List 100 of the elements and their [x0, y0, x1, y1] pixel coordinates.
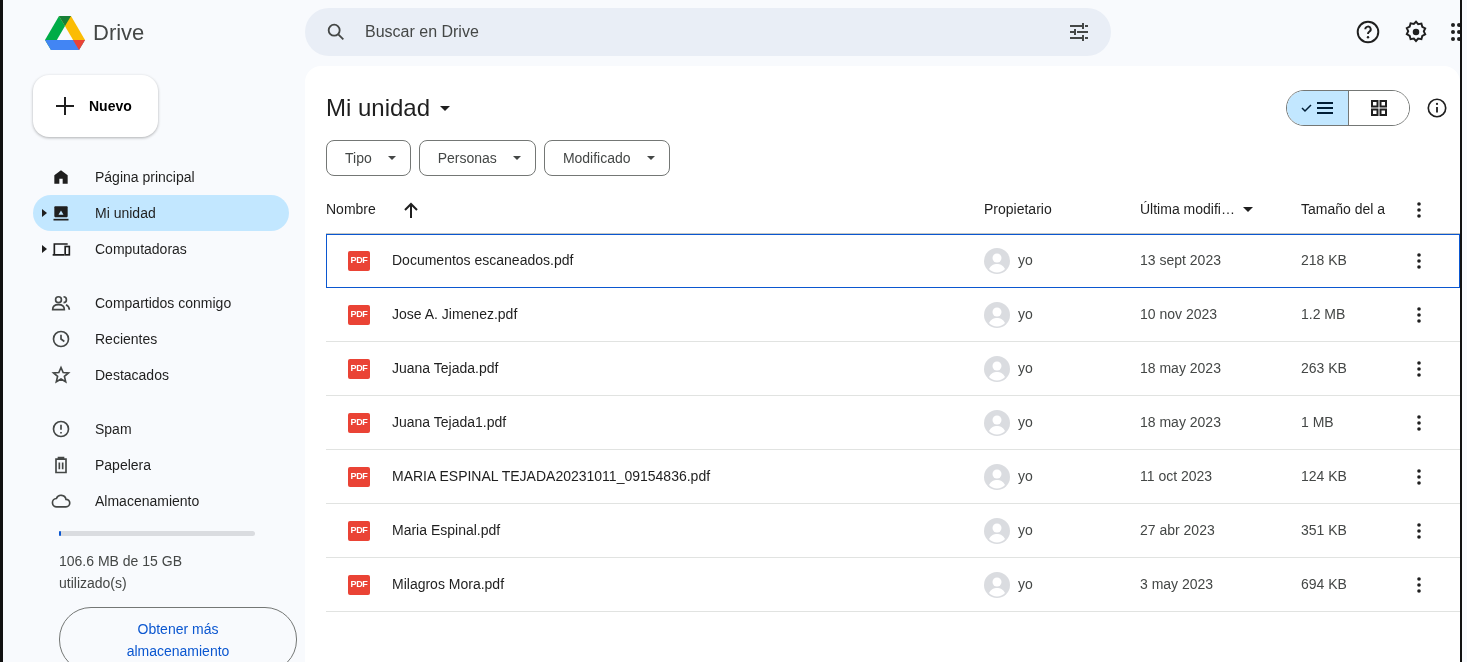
file-name: Maria Espinal.pdf [392, 521, 501, 540]
file-row[interactable]: PDF Milagros Mora.pdf yo 3 may 2023 694 KB [326, 558, 1460, 612]
file-name: Documentos escaneados.pdf [392, 251, 574, 270]
more-options-icon [1417, 201, 1421, 218]
info-icon[interactable] [1426, 97, 1448, 119]
avatar-icon [984, 517, 1010, 544]
file-size: 351 KB [1301, 521, 1348, 540]
new-button[interactable]: Nuevo [33, 75, 158, 137]
filter-sliders-icon [1067, 20, 1091, 44]
modified-date: 27 abr 2023 [1140, 521, 1216, 540]
column-header[interactable]: Última modifi… [1140, 199, 1235, 220]
pdf-file-icon: PDF [348, 250, 370, 271]
avatar-icon [984, 571, 1010, 598]
apps-icon[interactable] [1451, 21, 1460, 43]
column-header[interactable]: Nombre [326, 199, 376, 220]
nav-label: Mi unidad [95, 203, 156, 223]
people-icon [51, 293, 71, 313]
nav-label: Spam [95, 419, 132, 439]
check-list-icon [1300, 101, 1335, 115]
nav-item[interactable]: Papelera [33, 447, 289, 483]
file-size: 124 KB [1301, 467, 1348, 486]
search-icon [325, 21, 347, 43]
cloud-icon [51, 491, 71, 511]
modified-date: 18 may 2023 [1140, 359, 1222, 378]
settings-icon[interactable] [1403, 19, 1429, 45]
owner-name: yo [1018, 575, 1033, 594]
more-options-icon[interactable] [1417, 468, 1421, 485]
search-bar[interactable]: Buscar en Drive [305, 8, 1111, 56]
caret-icon [646, 156, 655, 160]
column-header[interactable]: Propietario [984, 199, 1140, 220]
owner-name: yo [1018, 521, 1033, 540]
owner-name: yo [1018, 467, 1033, 486]
nav-label: Recientes [95, 329, 158, 349]
modified-date: 3 may 2023 [1140, 575, 1215, 594]
owner-name: yo [1018, 413, 1033, 432]
filter-chip[interactable]: Tipo [326, 140, 411, 176]
file-row[interactable]: PDF Juana Tejada1.pdf yo 18 may 2023 1 MB [326, 396, 1460, 450]
search-field[interactable]: Buscar en Drive [363, 19, 1051, 45]
file-name: MARIA ESPINAL TEJADA20231011_09154836.pdf [392, 467, 711, 486]
nav-item[interactable]: Spam [33, 411, 289, 447]
nav-item[interactable]: Mi unidad [33, 195, 289, 231]
nav-item[interactable]: Destacados [33, 357, 289, 393]
nav-label: Almacenamiento [95, 491, 200, 511]
list-view-button[interactable] [1287, 91, 1348, 125]
file-name: Juana Tejada.pdf [392, 359, 499, 378]
file-row[interactable]: PDF Jose A. Jimenez.pdf yo 10 nov 2023 1.2 MB [326, 288, 1460, 342]
file-size: 694 KB [1301, 575, 1348, 594]
modified-date: 18 may 2023 [1140, 413, 1222, 432]
pdf-file-icon: PDF [348, 304, 370, 325]
help-icon[interactable] [1355, 19, 1381, 45]
storage-usage-text: 106.6 MB de 15 GB utilizado(s) [59, 552, 183, 593]
warning-icon [51, 419, 71, 439]
file-row[interactable]: PDF Juana Tejada.pdf yo 18 may 2023 263 KB [326, 342, 1460, 396]
caret-icon [440, 105, 451, 111]
more-options-icon[interactable] [1417, 360, 1421, 377]
sort-arrow-icon [403, 201, 418, 218]
pdf-file-icon: PDF [348, 466, 370, 487]
file-row[interactable]: PDF MARIA ESPINAL TEJADA20231011_09154836.pdf yo 11 oct 2023 124 KB [326, 450, 1460, 504]
caret-icon [512, 156, 521, 160]
more-options-icon[interactable] [1417, 576, 1421, 593]
more-options-icon[interactable] [1417, 306, 1421, 323]
nav-label: Destacados [95, 365, 169, 385]
avatar-icon [984, 355, 1010, 382]
owner-name: yo [1018, 359, 1033, 378]
more-options-icon[interactable] [1417, 522, 1421, 539]
nav-item[interactable]: Compartidos conmigo [33, 285, 289, 321]
owner-name: yo [1018, 251, 1033, 270]
file-size: 218 KB [1301, 251, 1348, 270]
pdf-file-icon: PDF [348, 358, 370, 379]
nav-item[interactable]: Página principal [33, 159, 289, 195]
folder-title-dropdown[interactable]: Mi unidad [326, 90, 451, 126]
more-options-icon[interactable] [1417, 414, 1421, 431]
avatar-icon [984, 301, 1010, 328]
avatar-icon [984, 409, 1010, 436]
app-title: Drive [93, 18, 145, 47]
pdf-file-icon: PDF [348, 574, 370, 595]
grid-icon [1371, 100, 1387, 116]
file-name: Milagros Mora.pdf [392, 575, 505, 594]
file-row[interactable]: PDF Documentos escaneados.pdf yo 13 sept 2023 218 KB [326, 234, 1460, 288]
drive-logo-icon [45, 14, 85, 50]
view-toggle[interactable] [1286, 90, 1410, 126]
column-header[interactable]: Tamaño del a [1301, 199, 1417, 220]
more-options-icon[interactable] [1417, 252, 1421, 269]
caret-icon [387, 156, 396, 160]
drive-icon [51, 203, 71, 223]
sort-caret-icon [1242, 207, 1253, 212]
filter-chip[interactable]: Personas [418, 140, 536, 176]
filter-chip[interactable]: Modificado [543, 140, 670, 176]
modified-date: 11 oct 2023 [1140, 467, 1214, 486]
nav-item[interactable]: Almacenamiento [33, 483, 289, 519]
file-size: 263 KB [1301, 359, 1348, 378]
file-name: Juana Tejada1.pdf [392, 413, 507, 432]
nav-label: Computadoras [95, 239, 187, 259]
file-row[interactable]: PDF Maria Espinal.pdf yo 27 abr 2023 351 KB [326, 504, 1460, 558]
pdf-file-icon: PDF [348, 520, 370, 541]
nav-item[interactable]: Computadoras [33, 231, 289, 267]
star-icon [51, 365, 71, 385]
file-size: 1 MB [1301, 413, 1335, 432]
grid-view-button[interactable] [1348, 91, 1409, 125]
nav-item[interactable]: Recientes [33, 321, 289, 357]
